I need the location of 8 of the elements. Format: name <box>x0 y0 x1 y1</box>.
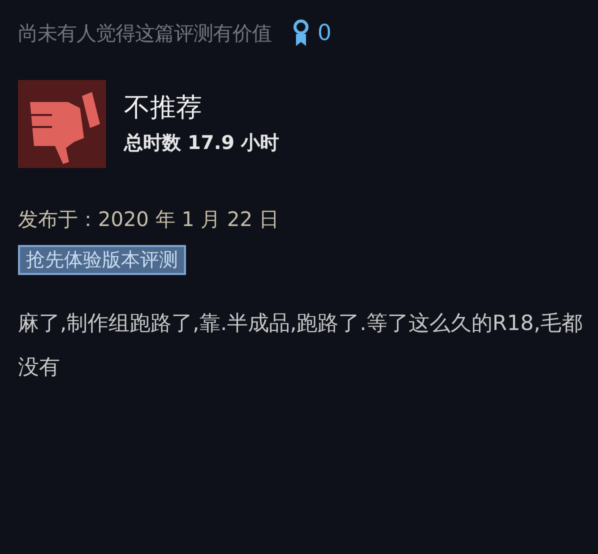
helpful-notice: 尚未有人觉得这篇评测有价值 <box>18 20 272 46</box>
review-text: 麻了,制作组跑路了,靠.半成品,跑路了.等了这么久的R18,毛都没有 <box>18 310 583 381</box>
award-count: 0 <box>318 20 332 46</box>
early-access-tag: 抢先体验版本评测 <box>18 245 186 275</box>
post-date: 发布于：2020 年 1 月 22 日 <box>18 206 280 233</box>
playtime-text: 总时数 17.9 小时 <box>124 131 280 156</box>
verdict-label: 不推荐 <box>124 92 203 124</box>
award-icon <box>292 19 310 47</box>
